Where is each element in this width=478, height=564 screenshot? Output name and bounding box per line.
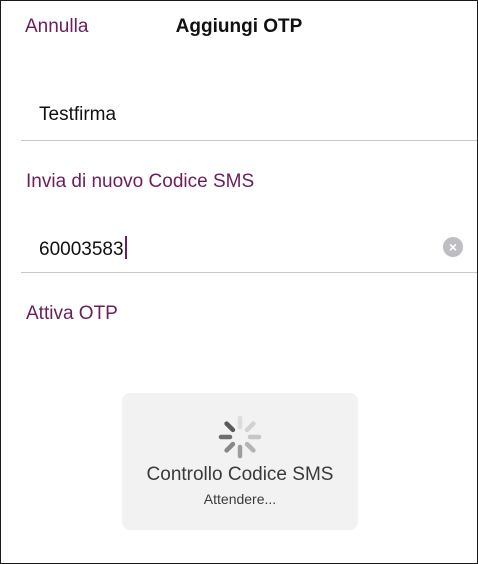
add-otp-screen: Annulla Aggiungi OTP Testfirma Invia di … (0, 0, 478, 564)
loading-hud: Controllo Codice SMS Attendere... (122, 393, 358, 530)
divider (21, 272, 477, 273)
hud-subtitle: Attendere... (203, 491, 277, 507)
resend-sms-code-button[interactable]: Invia di nuovo Codice SMS (26, 171, 254, 193)
clear-icon[interactable]: × (443, 237, 463, 257)
navigation-bar: Annulla Aggiungi OTP (1, 1, 477, 53)
cancel-button[interactable]: Annulla (25, 16, 88, 38)
activate-otp-button[interactable]: Attiva OTP (26, 303, 118, 325)
loading-spinner-icon (218, 415, 262, 459)
sms-code-input[interactable]: 60003583 (39, 236, 127, 261)
otp-name-field[interactable]: Testfirma (21, 91, 477, 141)
divider (21, 140, 477, 141)
otp-name-value: Testfirma (39, 104, 117, 125)
sms-code-field[interactable]: 60003583 × (21, 223, 477, 273)
sms-code-value: 60003583 (39, 239, 124, 260)
hud-title: Controllo Codice SMS (146, 464, 334, 485)
text-cursor (124, 236, 127, 259)
